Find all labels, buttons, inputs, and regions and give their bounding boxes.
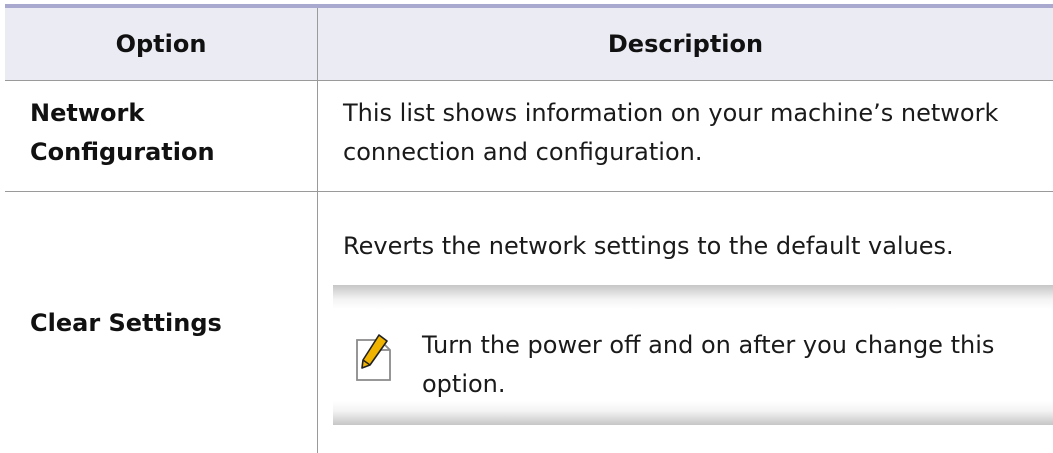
header-bottom-rule	[5, 80, 1053, 81]
body-column-divider	[317, 80, 318, 453]
row-divider	[5, 191, 1053, 192]
note-line: option.	[422, 370, 506, 398]
description-line: This list shows information on your mach…	[343, 99, 999, 127]
note-pencil-icon	[356, 334, 391, 381]
option-clear-settings: Clear Settings	[30, 309, 222, 337]
column-header-description: Description	[607, 30, 764, 58]
note-line: Turn the power off and on after you chan…	[422, 331, 995, 359]
option-name-line: Configuration	[30, 138, 215, 166]
column-header-option: Option	[115, 30, 207, 58]
option-network-configuration: Network Configuration	[30, 94, 300, 172]
description-clear-settings: Reverts the network settings to the defa…	[343, 232, 954, 260]
note-text: Turn the power off and on after you chan…	[422, 326, 1047, 404]
description-network-configuration: This list shows information on your mach…	[343, 94, 1043, 172]
option-name-line: Network	[30, 99, 145, 127]
description-line: connection and configuration.	[343, 138, 703, 166]
